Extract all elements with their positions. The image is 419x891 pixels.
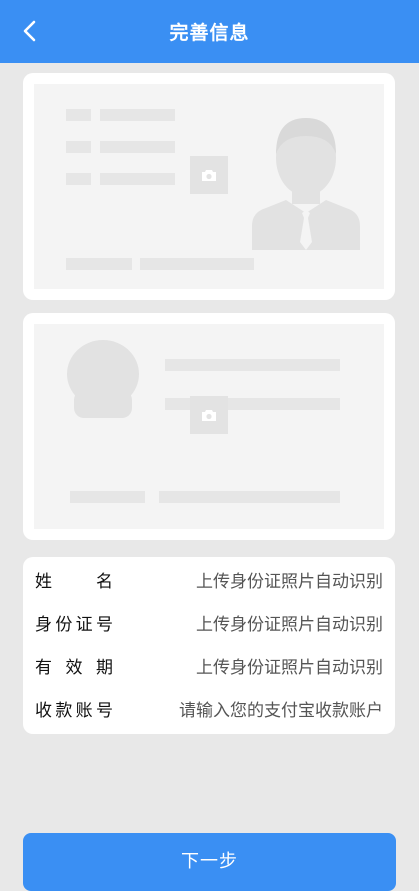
placeholder-line — [66, 258, 132, 270]
portrait-silhouette-icon — [252, 118, 360, 250]
name-value: 上传身份证照片自动识别 — [196, 572, 383, 592]
placeholder-line — [100, 109, 175, 121]
info-form: 姓名 上传身份证照片自动识别 身份证号 上传身份证照片自动识别 有效期 上传身份… — [23, 557, 395, 734]
id-card-front-upload[interactable] — [23, 73, 395, 300]
placeholder-line — [66, 109, 91, 121]
form-row-account[interactable]: 收款账号 请输入您的支付宝收款账户 — [23, 690, 395, 732]
form-row-validity: 有效期 上传身份证照片自动识别 — [23, 647, 395, 689]
placeholder-line — [159, 491, 340, 503]
app-header: 完善信息 — [0, 0, 419, 63]
id-card-front-placeholder — [34, 84, 384, 289]
placeholder-line — [165, 359, 340, 371]
name-label: 姓名 — [35, 572, 113, 592]
placeholder-line — [66, 141, 91, 153]
id-number-value: 上传身份证照片自动识别 — [196, 615, 383, 635]
validity-value: 上传身份证照片自动识别 — [196, 658, 383, 678]
upload-front-button[interactable] — [190, 156, 228, 194]
account-input[interactable]: 请输入您的支付宝收款账户 — [179, 690, 383, 732]
placeholder-line — [66, 173, 91, 185]
emblem-placeholder-icon — [67, 340, 139, 418]
placeholder-line — [100, 141, 175, 153]
validity-label: 有效期 — [35, 658, 113, 678]
id-card-back-upload[interactable] — [23, 313, 395, 540]
account-label: 收款账号 — [35, 701, 113, 721]
placeholder-line — [100, 173, 175, 185]
placeholder-line — [70, 491, 145, 503]
page-title: 完善信息 — [169, 22, 250, 44]
camera-icon — [202, 169, 216, 181]
next-step-button[interactable]: 下一步 — [23, 833, 396, 891]
upload-back-button[interactable] — [190, 396, 228, 434]
id-number-label: 身份证号 — [35, 615, 113, 635]
id-card-back-placeholder — [34, 324, 384, 529]
form-row-name: 姓名 上传身份证照片自动识别 — [23, 561, 395, 603]
placeholder-line — [140, 258, 254, 270]
form-row-id-number: 身份证号 上传身份证照片自动识别 — [23, 604, 395, 646]
camera-icon — [202, 409, 216, 421]
